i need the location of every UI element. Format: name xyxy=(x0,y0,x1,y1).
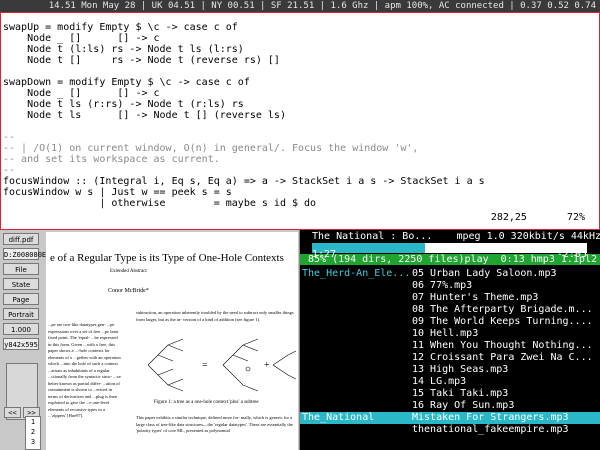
page-list-item[interactable]: 3 xyxy=(26,437,40,447)
code-line[interactable]: swapUp = modify Empty $ \c -> case c of xyxy=(3,22,485,33)
code-line[interactable] xyxy=(3,121,485,132)
file-menu-button[interactable]: File xyxy=(3,263,39,275)
comment-line[interactable]: -- xyxy=(3,132,485,143)
system-status-bar: 14.51 Mon May 28 | UK 04.51 | NY 00.51 |… xyxy=(0,0,600,12)
track-item[interactable]: 15 Taki Taki.mp3 xyxy=(412,388,600,400)
track-item[interactable]: thenational_fakeempire.mp3 xyxy=(412,424,600,436)
pdf-viewer: diff.pdf D:Z008080E File State Page Port… xyxy=(0,230,300,450)
editor-status-line: 282,25 72% xyxy=(491,212,585,223)
track-item[interactable]: 08 The Afterparty Brigade.m... xyxy=(412,304,600,316)
code-line[interactable]: Node t ls (r:rs) -> Node t (r:ls) rs xyxy=(3,99,485,110)
state-menu-button[interactable]: State xyxy=(3,278,39,290)
track-item[interactable]: 14 LG.mp3 xyxy=(412,376,600,388)
track-list[interactable]: 05 Urban Lady Saloon.mp3 06 77%.mp3 07 Hun… xyxy=(412,268,600,436)
code-line[interactable] xyxy=(3,66,485,77)
right-column-text: subtraction, an operation inherently tro… xyxy=(136,310,294,322)
track-item[interactable]: 16 Ray Of Sun.mp3 xyxy=(412,400,600,412)
comment-line[interactable]: -- and set its workspace as current. xyxy=(3,154,485,165)
track-item[interactable]: 11 When You Thought Nothing... xyxy=(412,340,600,352)
right-column-text: This paper exhibits a similar technique,… xyxy=(136,415,293,433)
page-list-item[interactable]: 2 xyxy=(26,427,40,437)
time-readout: 1:27 -2:05 xyxy=(312,249,587,260)
paper-title: e of a Regular Type is its Type of One-H… xyxy=(50,252,284,264)
directory-list[interactable]: The_Herd-An_Ele... The_National xyxy=(302,268,412,424)
track-item[interactable]: 06 77%.mp3 xyxy=(412,280,600,292)
code-line-cursor[interactable]: Node _ [] [] -> c xyxy=(3,88,485,99)
code-line[interactable]: swapDown = modify Empty $ \c -> case c o… xyxy=(3,77,485,88)
paper-author: Conor McBride* xyxy=(108,288,149,294)
code-line[interactable]: Node t ls [] -> Node t [] (reverse ls) xyxy=(3,110,485,121)
directory-spacer xyxy=(302,280,412,412)
code-line[interactable]: focusWindow :: (Integral i, Eq s, Eq a) … xyxy=(3,176,485,187)
code-line[interactable]: Node _ [] [] -> c xyxy=(3,33,485,44)
track-item[interactable]: 13 High Seas.mp3 xyxy=(412,364,600,376)
page-list-item[interactable]: 1 xyxy=(26,417,40,427)
viewer-controls: diff.pdf D:Z008080E File State Page Port… xyxy=(3,233,46,353)
track-item[interactable]: 05 Urban Lady Saloon.mp3 xyxy=(412,268,600,280)
elapsed-time: 1:27 xyxy=(312,249,337,260)
page-menu-button[interactable]: Page xyxy=(3,293,39,305)
zoom-button[interactable]: 1.000 xyxy=(3,323,39,335)
document-page[interactable]: e of a Regular Type is its Type of One-H… xyxy=(46,232,298,450)
comment-line[interactable]: -- xyxy=(3,165,485,176)
track-item-selected[interactable]: Mistaken For Strangers.mp3 xyxy=(412,412,600,424)
cursor-position: 282,25 xyxy=(490,212,527,223)
svg-text:+: + xyxy=(264,360,270,371)
now-playing: The National : Bo... mpeg 1.0 320kbit/s … xyxy=(312,231,600,242)
remaining-time: -2:05 xyxy=(556,249,587,260)
file-name-button[interactable]: diff.pdf xyxy=(3,233,39,245)
left-column-text: ...pe are two-like datatypes gen- ...pe … xyxy=(48,322,121,418)
music-player: The National : Bo... mpeg 1.0 320kbit/s … xyxy=(300,230,600,450)
page-size-field: y842x595 xyxy=(3,338,39,350)
track-item[interactable]: 10 Hell.mp3 xyxy=(412,328,600,340)
directory-item[interactable]: The_Herd-An_Ele... xyxy=(302,268,412,280)
code-editor[interactable]: swapUp = modify Empty $ \c -> case c of … xyxy=(0,12,600,230)
abstract-label: Extended Abstract xyxy=(110,269,147,274)
file-info-field: D:Z008080E xyxy=(3,248,46,260)
code-line[interactable]: focusWindow w s | Just w == peek s = s xyxy=(3,187,485,198)
tree-figure: = + xyxy=(147,338,297,392)
orientation-button[interactable]: Portrait xyxy=(3,308,39,320)
figure-caption: Figure 1: a tree as a one-hole context '… xyxy=(154,400,259,405)
previous-page-button[interactable]: << xyxy=(4,407,21,418)
page-list[interactable]: 1 2 3 xyxy=(25,416,41,450)
comment-line[interactable]: -- | /O(1) on current window, O(n) in ge… xyxy=(3,143,485,154)
directory-item-selected[interactable]: The_National xyxy=(302,412,412,424)
code-area[interactable]: swapUp = modify Empty $ \c -> case c of … xyxy=(3,22,485,209)
code-line[interactable]: Node t [] rs -> Node t (reverse rs) [] xyxy=(3,55,485,66)
track-item[interactable]: 09 The World Keeps Turning.... xyxy=(412,316,600,328)
track-item[interactable]: 07 Hunter's Theme.mp3 xyxy=(412,292,600,304)
scroll-percent: 72% xyxy=(566,212,585,223)
track-item[interactable]: 12 Croissant Para Zwei Na C... xyxy=(412,352,600,364)
code-line[interactable]: Node t (l:ls) rs -> Node t ls (l:rs) xyxy=(3,44,485,55)
code-line[interactable]: | otherwise = maybe s id $ do xyxy=(3,198,485,209)
svg-text:=: = xyxy=(202,360,208,371)
